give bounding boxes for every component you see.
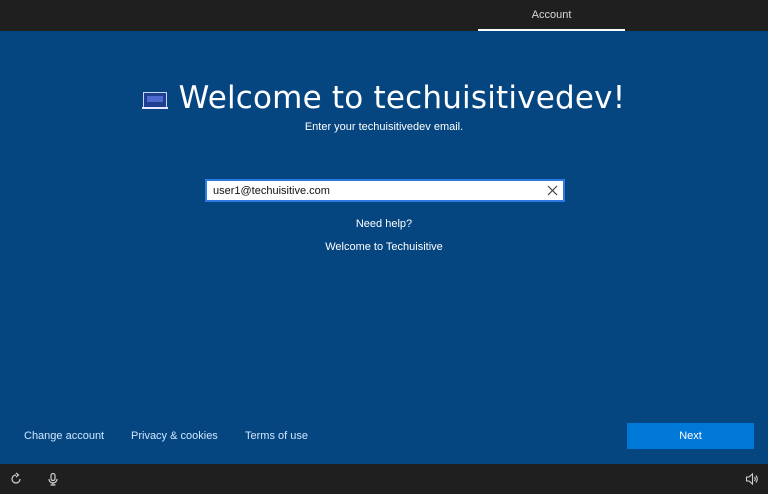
volume-icon[interactable] xyxy=(744,471,760,487)
email-field[interactable] xyxy=(205,179,565,202)
ease-of-access-icon[interactable] xyxy=(8,471,24,487)
terms-of-use-link[interactable]: Terms of use xyxy=(245,430,308,442)
privacy-cookies-link[interactable]: Privacy & cookies xyxy=(131,430,218,442)
close-icon[interactable] xyxy=(541,181,563,200)
microphone-icon[interactable] xyxy=(45,471,61,487)
page-title: Welcome to techuisitivedev! xyxy=(178,80,626,116)
hero: Welcome to techuisitivedev! Enter your t… xyxy=(0,80,768,133)
next-button[interactable]: Next xyxy=(627,423,754,449)
need-help-link[interactable]: Need help? xyxy=(0,218,768,230)
page-subtitle: Enter your techuisitivedev email. xyxy=(304,121,464,133)
email-input[interactable] xyxy=(207,181,541,200)
tab-account[interactable]: Account xyxy=(478,0,625,31)
welcome-text: Welcome to Techuisitive xyxy=(325,241,443,253)
title-row: Welcome to techuisitivedev! xyxy=(0,80,768,116)
laptop-icon xyxy=(141,92,168,109)
taskbar xyxy=(0,464,768,494)
top-bar: Account xyxy=(0,0,768,31)
change-account-link[interactable]: Change account xyxy=(24,430,104,442)
